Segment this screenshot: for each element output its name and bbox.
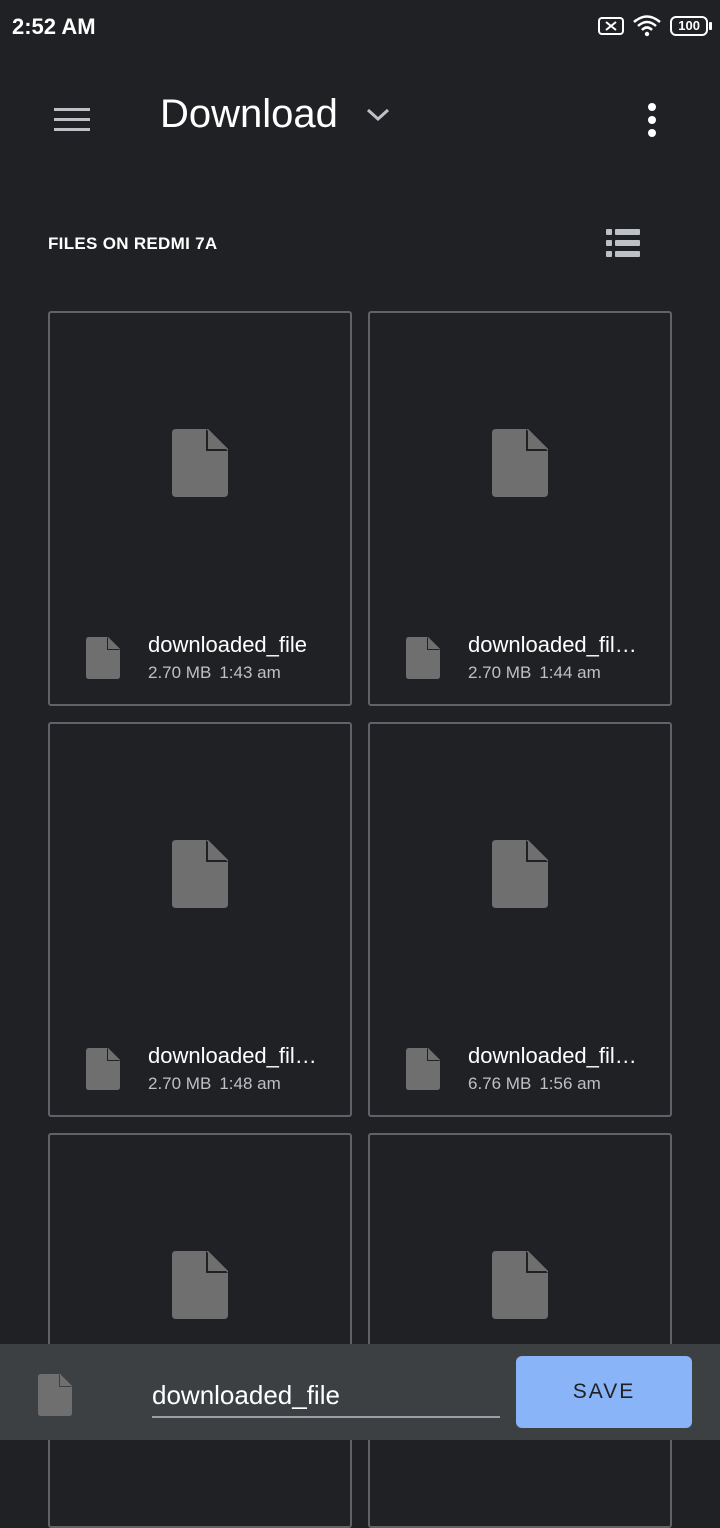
file-thumbnail xyxy=(370,429,670,497)
file-icon xyxy=(492,1251,548,1319)
battery-icon: 100 xyxy=(670,16,712,36)
file-size: 2.70 MB xyxy=(148,1074,212,1093)
file-meta: downloaded_fil… 6.76 MB 1:56 am xyxy=(406,1042,658,1094)
page-title: Download xyxy=(160,92,338,136)
save-bar: SAVE xyxy=(0,1344,720,1440)
wifi-icon xyxy=(633,15,662,37)
menu-icon xyxy=(54,108,90,131)
sim-off-icon xyxy=(598,17,625,35)
file-name: downloaded_fil… xyxy=(468,1043,637,1068)
file-icon xyxy=(38,1374,72,1416)
file-card[interactable]: downloaded_fil… 2.70 MB 1:48 am xyxy=(48,722,352,1117)
file-thumbnail xyxy=(370,840,670,908)
file-card[interactable]: downloaded_file 2.70 MB 1:43 am xyxy=(48,311,352,706)
folder-selector[interactable]: Download xyxy=(160,92,398,137)
more-options-button[interactable] xyxy=(624,92,680,148)
file-type-icon xyxy=(86,637,120,679)
file-type-icon xyxy=(86,1048,120,1090)
file-meta: downloaded_fil… 2.70 MB 1:44 am xyxy=(406,631,658,683)
file-thumbnail xyxy=(50,840,350,908)
section-header: FILES ON REDMI 7A xyxy=(48,234,218,253)
file-icon xyxy=(172,840,228,908)
file-size: 2.70 MB xyxy=(468,663,532,682)
file-thumbnail xyxy=(50,1251,350,1319)
file-time: 1:56 am xyxy=(539,1074,601,1093)
file-time: 1:48 am xyxy=(219,1074,281,1093)
file-type-icon xyxy=(406,1048,440,1090)
file-time: 1:44 am xyxy=(539,663,601,682)
file-thumbnail xyxy=(370,1251,670,1319)
status-icons: 100 xyxy=(598,14,712,38)
file-meta: downloaded_file 2.70 MB 1:43 am xyxy=(86,631,338,683)
status-time: 2:52 AM xyxy=(12,14,96,39)
file-name: downloaded_file xyxy=(148,632,308,657)
file-size: 6.76 MB xyxy=(468,1074,532,1093)
save-button[interactable]: SAVE xyxy=(516,1356,692,1428)
more-vert-icon xyxy=(648,103,656,137)
file-icon xyxy=(172,1251,228,1319)
list-view-button[interactable] xyxy=(600,220,646,266)
file-name: downloaded_fil… xyxy=(148,1043,317,1068)
list-view-icon xyxy=(606,229,640,257)
app-bar: Download xyxy=(0,56,720,186)
file-icon xyxy=(172,429,228,497)
file-card[interactable] xyxy=(368,1133,672,1528)
file-card[interactable] xyxy=(48,1133,352,1528)
menu-button[interactable] xyxy=(42,90,102,150)
file-card[interactable]: downloaded_fil… 6.76 MB 1:56 am xyxy=(368,722,672,1117)
file-icon xyxy=(492,840,548,908)
file-meta: downloaded_fil… 2.70 MB 1:48 am xyxy=(86,1042,338,1094)
chevron-down-icon xyxy=(358,95,398,135)
file-size: 2.70 MB xyxy=(148,663,212,682)
filename-input[interactable] xyxy=(152,1374,500,1418)
file-card[interactable]: downloaded_fil… 2.70 MB 1:44 am xyxy=(368,311,672,706)
file-type-icon xyxy=(406,637,440,679)
file-time: 1:43 am xyxy=(219,663,281,682)
file-icon xyxy=(492,429,548,497)
file-thumbnail xyxy=(50,429,350,497)
file-name: downloaded_fil… xyxy=(468,632,637,657)
status-bar: 2:52 AM 100 xyxy=(0,0,720,56)
